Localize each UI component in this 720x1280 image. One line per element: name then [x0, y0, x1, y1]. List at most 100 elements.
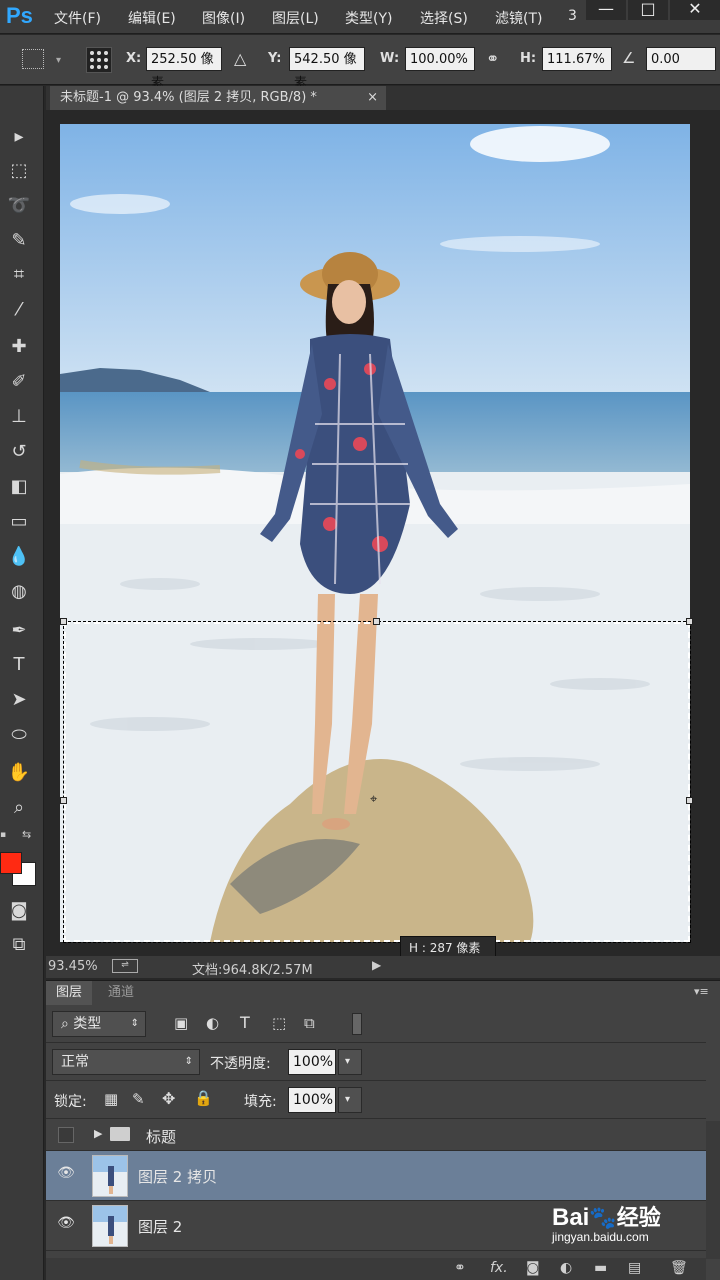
eye-icon[interactable]: 👁: [54, 1215, 78, 1235]
lock-paint-icon[interactable]: ✎: [132, 1090, 145, 1108]
document-size: 文档:964.8K/2.57M: [192, 963, 313, 978]
gradient-tool-icon[interactable]: ▭: [6, 509, 32, 535]
transform-handle-top-right[interactable]: [686, 618, 693, 625]
transform-bounding-box[interactable]: [63, 621, 691, 943]
menu-edit[interactable]: 编辑(E): [128, 8, 176, 28]
menu-filter[interactable]: 滤镜(T): [495, 8, 542, 28]
ellipse-tool-icon[interactable]: ⬭: [6, 722, 32, 748]
chevron-down-icon[interactable]: ▾: [56, 55, 61, 66]
layer-row-group[interactable]: ▶ 标题: [46, 1121, 706, 1151]
menu-image[interactable]: 图像(I): [202, 8, 245, 28]
tab-layers[interactable]: 图层: [46, 981, 93, 1005]
swap-colors-icon[interactable]: ⇆: [22, 828, 31, 841]
eye-icon[interactable]: 👁: [54, 1165, 78, 1185]
fill-dropdown-button[interactable]: ▾: [338, 1087, 362, 1113]
menu-select[interactable]: 选择(S): [420, 8, 468, 28]
eyedropper-tool-icon[interactable]: ⁄: [6, 297, 32, 323]
stamp-tool-icon[interactable]: ⊥: [6, 404, 32, 430]
crop-tool-icon[interactable]: ⌗: [6, 262, 32, 288]
menu-3d[interactable]: 3: [568, 8, 577, 24]
close-tab-icon[interactable]: ×: [367, 86, 378, 110]
delta-icon[interactable]: △: [234, 49, 246, 68]
transform-handle-right[interactable]: [686, 797, 693, 804]
width-field[interactable]: 100.00%: [405, 47, 475, 71]
new-layer-icon[interactable]: ▤: [628, 1260, 641, 1276]
quick-mask-icon[interactable]: ◙: [6, 898, 32, 924]
menu-bar: Ps 文件(F) 编辑(E) 图像(I) 图层(L) 类型(Y) 选择(S) 滤…: [0, 0, 720, 34]
move-tool-icon[interactable]: ▸: [6, 124, 32, 150]
menu-type[interactable]: 类型(Y): [345, 8, 392, 28]
lasso-tool-icon[interactable]: ➰: [6, 193, 32, 219]
link-layers-icon[interactable]: ⚭: [454, 1260, 466, 1276]
filter-shape-icon[interactable]: ⬚: [272, 1014, 286, 1032]
zoom-tool-icon[interactable]: ⌕: [6, 795, 32, 821]
new-group-icon[interactable]: ▬: [594, 1260, 607, 1276]
marquee-tool-icon[interactable]: ⬚: [6, 158, 32, 184]
filter-pixel-icon[interactable]: ▣: [174, 1014, 188, 1032]
fill-label: 填充:: [244, 1094, 277, 1110]
screen-mode-icon[interactable]: ⧉: [6, 932, 32, 958]
link-icon[interactable]: ⚭: [486, 49, 499, 68]
status-menu-arrow-icon[interactable]: ▶: [372, 958, 381, 972]
transform-handle-left[interactable]: [60, 797, 67, 804]
layers-scrollbar[interactable]: [706, 1121, 720, 1259]
angle-field[interactable]: 0.00: [646, 47, 716, 71]
transform-handle-top[interactable]: [373, 618, 380, 625]
thumbnail-image: [93, 1156, 127, 1196]
fx-icon[interactable]: fx.: [490, 1260, 508, 1276]
zoom-level[interactable]: 93.45%: [48, 959, 98, 974]
hand-tool-icon[interactable]: ✋: [6, 760, 32, 786]
trash-icon[interactable]: 🗑: [670, 1260, 688, 1276]
reference-point-icon[interactable]: [86, 47, 112, 73]
history-brush-icon[interactable]: ↺: [6, 439, 32, 465]
layer-filter-dropdown[interactable]: ⌕ 类型 ⇕: [52, 1011, 146, 1037]
lock-label: 锁定:: [54, 1094, 87, 1110]
menu-layer[interactable]: 图层(L): [272, 8, 319, 28]
menu-file[interactable]: 文件(F): [54, 8, 101, 28]
transform-tool-icon[interactable]: [22, 49, 44, 69]
eraser-tool-icon[interactable]: ◧: [6, 474, 32, 500]
status-info-icon[interactable]: ⇌: [112, 959, 138, 973]
expand-arrow-icon[interactable]: ▶: [94, 1127, 102, 1140]
status-bar: 93.45% ⇌ 文档:964.8K/2.57M ▶: [46, 956, 720, 978]
foreground-color-swatch[interactable]: [0, 852, 22, 874]
layers-panel-footer: ⚭ fx. ◙ ◐ ▬ ▤ 🗑: [46, 1258, 706, 1280]
transform-handle-top-left[interactable]: [60, 618, 67, 625]
layer-row-selected[interactable]: 👁 图层 2 拷贝: [46, 1151, 706, 1201]
filter-adjustment-icon[interactable]: ◐: [206, 1014, 219, 1032]
x-position-field[interactable]: 252.50 像素: [146, 47, 222, 91]
lock-transparent-icon[interactable]: ▦: [104, 1090, 118, 1108]
lock-move-icon[interactable]: ✥: [162, 1089, 175, 1108]
type-tool-icon[interactable]: T: [6, 652, 32, 678]
filter-toggle-switch[interactable]: [352, 1013, 362, 1035]
quick-select-tool-icon[interactable]: ✎: [6, 228, 32, 254]
filter-type-icon[interactable]: T: [240, 1013, 250, 1032]
fill-field[interactable]: 100%: [288, 1087, 336, 1113]
blend-mode-dropdown[interactable]: 正常 ⇕: [52, 1049, 200, 1075]
maximize-button[interactable]: □: [628, 0, 668, 20]
add-mask-icon[interactable]: ◙: [526, 1260, 540, 1276]
dodge-tool-icon[interactable]: ◍: [6, 579, 32, 605]
path-select-icon[interactable]: ➤: [6, 687, 32, 713]
y-position-field[interactable]: 542.50 像素: [289, 47, 365, 91]
filter-smart-object-icon[interactable]: ⧉: [304, 1014, 315, 1032]
layer-name: 图层 2 拷贝: [138, 1168, 218, 1186]
layer-filter-row: ⌕ 类型 ⇕ ▣ ◐ T ⬚ ⧉: [46, 1005, 706, 1043]
blur-tool-icon[interactable]: 💧: [6, 544, 32, 570]
opacity-dropdown-button[interactable]: ▾: [338, 1049, 362, 1075]
pen-tool-icon[interactable]: ✒: [6, 618, 32, 644]
default-colors-icon[interactable]: ▪: [0, 830, 12, 840]
tab-channels[interactable]: 通道: [98, 981, 144, 1005]
lock-all-icon[interactable]: 🔒: [194, 1089, 213, 1107]
transform-center-icon[interactable]: ⌖: [370, 792, 377, 807]
panel-menu-icon[interactable]: ▾≡: [694, 985, 709, 998]
healing-brush-icon[interactable]: ✚: [6, 334, 32, 360]
opacity-field[interactable]: 100%: [288, 1049, 336, 1075]
adjustment-layer-icon[interactable]: ◐: [560, 1260, 572, 1276]
document-tab[interactable]: 未标题-1 @ 93.4% (图层 2 拷贝, RGB/8) * ×: [50, 86, 386, 110]
minimize-button[interactable]: —: [586, 0, 626, 20]
close-window-button[interactable]: ✕: [670, 0, 720, 20]
brush-tool-icon[interactable]: ✐: [6, 369, 32, 395]
height-field[interactable]: 111.67%: [542, 47, 612, 71]
visibility-toggle-off[interactable]: [58, 1127, 74, 1143]
